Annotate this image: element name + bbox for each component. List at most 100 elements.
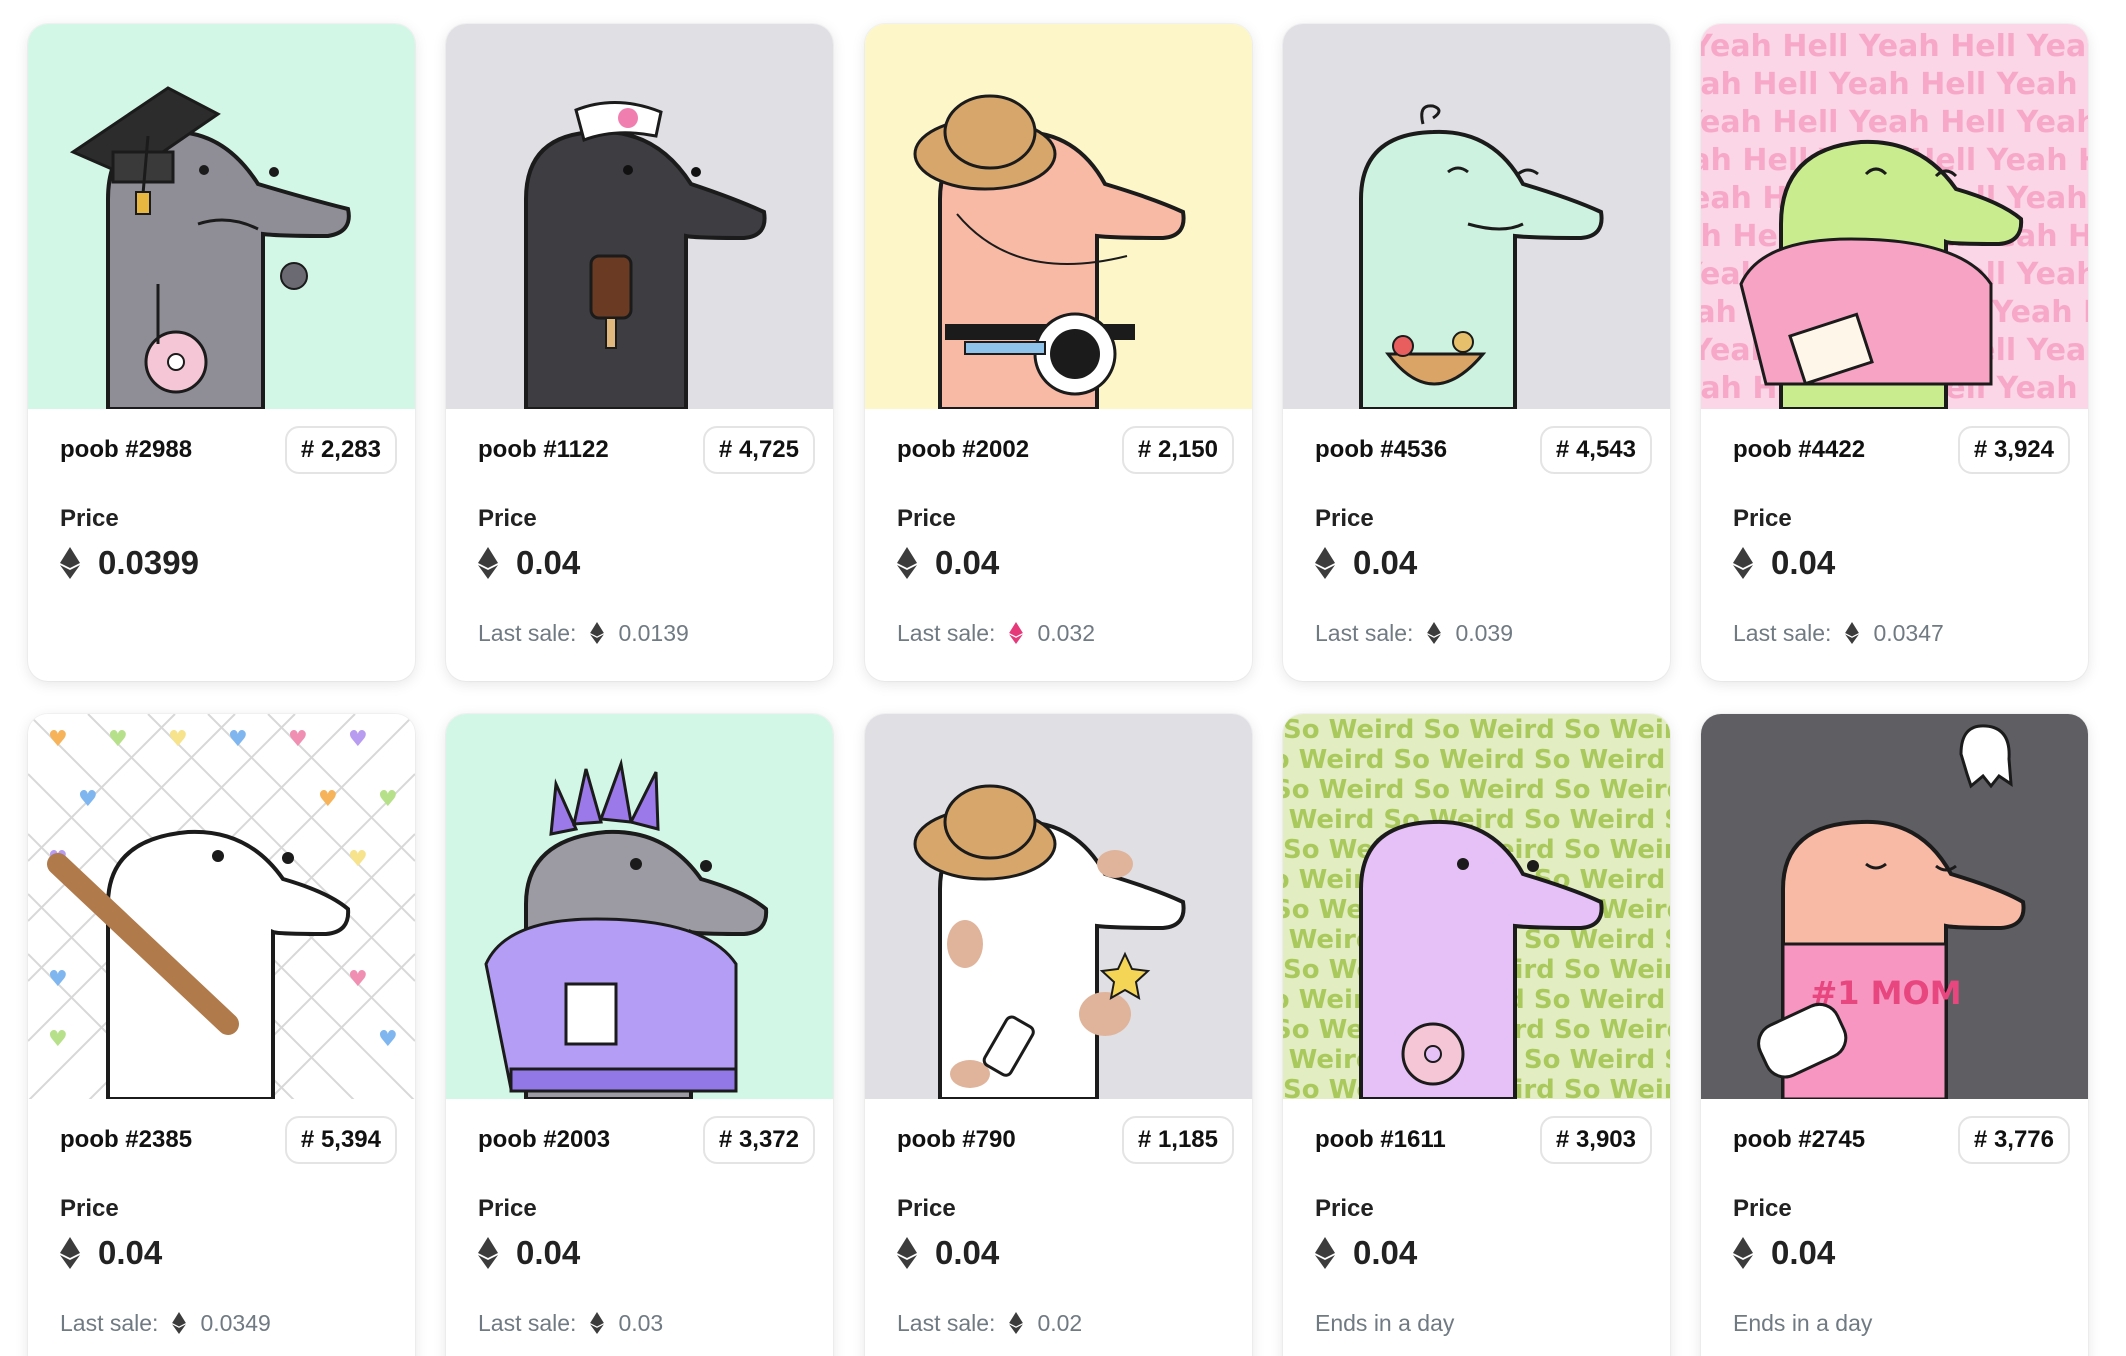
last-sale-value: 0.0347 <box>1873 619 1944 646</box>
eth-icon <box>1315 1237 1335 1269</box>
auction-ends-label: Ends in a day <box>1315 1309 1455 1336</box>
nft-name[interactable]: poob #1611 <box>1315 1126 1446 1154</box>
poob-hoodie-art: Yeah Hell Yeah Hell Yeah Hell Yeah Yeah … <box>1701 24 2088 409</box>
last-sale: Last sale: 0.0349 <box>60 1306 397 1340</box>
last-sale: Last sale: 0.02 <box>897 1306 1234 1340</box>
eth-icon <box>897 1237 917 1269</box>
nft-name[interactable]: poob #1122 <box>478 436 609 464</box>
svg-text:Yeah Hell Yeah Hell Yeah Hell: Yeah Hell Yeah Hell Yeah Hell Yeah <box>1701 29 2088 64</box>
svg-text:Yeah Hell Yeah Hell Yeah Hell: Yeah Hell Yeah Hell Yeah Hell Yeah <box>1701 67 2088 102</box>
nft-card[interactable]: ♥♥♥♥♥♥ ♥♥♥ ♥♥ ♥♥ ♥♥ poob #2385 # 5,394 P… <box>28 714 415 1356</box>
svg-text:♥: ♥ <box>168 727 188 752</box>
price-value: 0.04 <box>516 1234 581 1271</box>
nft-card[interactable]: poob #2002 # 2,150 Price 0.04 Last sale:… <box>865 24 1252 681</box>
last-sale-value: 0.03 <box>618 1309 664 1336</box>
nft-image[interactable] <box>865 714 1252 1099</box>
rarity-rank-badge: # 4,543 <box>1539 426 1652 474</box>
price-label: Price <box>478 1195 537 1222</box>
poob-graduate-art <box>28 24 415 409</box>
last-sale-label: Last sale: <box>478 1309 577 1336</box>
nft-card[interactable]: So Weird So Weird So Weird So Weird So W… <box>1283 714 1670 1356</box>
nft-card[interactable]: poob #4536 # 4,543 Price 0.04 Last sale:… <box>1283 24 1670 681</box>
nft-name[interactable]: poob #4422 <box>1733 436 1865 464</box>
price-label: Price <box>897 1195 956 1222</box>
nft-image[interactable] <box>28 24 415 409</box>
poob-punk-art <box>446 714 833 1099</box>
nft-card[interactable]: poob #1122 # 4,725 Price 0.04 Last sale:… <box>446 24 833 681</box>
poob-mom-art: #1 MOM <box>1701 714 2088 1099</box>
rarity-rank-badge: # 4,725 <box>702 426 815 474</box>
nft-name[interactable]: poob #2003 <box>478 1126 610 1154</box>
nft-image[interactable] <box>446 714 833 1099</box>
nft-name[interactable]: poob #790 <box>897 1126 1016 1154</box>
price-label: Price <box>1733 1195 1792 1222</box>
last-sale-label: Last sale: <box>1315 619 1414 646</box>
eth-icon <box>1009 1312 1024 1334</box>
price-label: Price <box>1315 505 1374 532</box>
svg-text:♥: ♥ <box>288 727 308 752</box>
last-sale-value: 0.02 <box>1037 1309 1083 1336</box>
rarity-rank-badge: # 5,394 <box>284 1116 397 1164</box>
auction-ends-label: Ends in a day <box>1733 1309 1873 1336</box>
nft-card[interactable]: poob #2003 # 3,372 Price 0.04 Last sale:… <box>446 714 833 1356</box>
rarity-rank-badge: # 3,776 <box>1957 1116 2070 1164</box>
eth-icon <box>590 1312 605 1334</box>
last-sale-value: 0.039 <box>1455 619 1514 646</box>
nft-name[interactable]: poob #2745 <box>1733 1126 1865 1154</box>
last-sale: Last sale: 0.0139 <box>478 616 815 650</box>
price-value: 0.04 <box>935 544 1000 581</box>
nft-image[interactable]: ♥♥♥♥♥♥ ♥♥♥ ♥♥ ♥♥ ♥♥ <box>28 714 415 1099</box>
auction-ends: Ends in a day <box>1733 1306 2070 1340</box>
price-label: Price <box>1315 1195 1374 1222</box>
nft-card[interactable]: Yeah Hell Yeah Hell Yeah Hell Yeah Yeah … <box>1701 24 2088 681</box>
price-value: 0.04 <box>935 1234 1000 1271</box>
price-label: Price <box>60 1195 119 1222</box>
last-sale-label: Last sale: <box>1733 619 1832 646</box>
poob-weird-art: So Weird So Weird So Weird So Weird So W… <box>1283 714 1670 1099</box>
rarity-rank-badge: # 3,372 <box>702 1116 815 1164</box>
price-label: Price <box>1733 505 1792 532</box>
svg-text:♥: ♥ <box>48 967 68 992</box>
svg-text:So Weird So Weird So Weird So: So Weird So Weird So Weird So Weird <box>1283 775 1670 805</box>
nft-image[interactable] <box>446 24 833 409</box>
nft-image[interactable] <box>1283 24 1670 409</box>
eth-icon <box>1733 547 1753 579</box>
eth-icon <box>478 1237 498 1269</box>
last-sale-value: 0.032 <box>1037 619 1096 646</box>
nft-image[interactable]: So Weird So Weird So Weird So Weird So W… <box>1283 714 1670 1099</box>
nft-name[interactable]: poob #2385 <box>60 1126 192 1154</box>
price-label: Price <box>60 505 119 532</box>
last-sale-value: 0.0139 <box>618 619 689 646</box>
poob-farmer-art <box>865 24 1252 409</box>
last-sale-label: Last sale: <box>60 1309 159 1336</box>
svg-text:♥: ♥ <box>108 727 128 752</box>
price-label: Price <box>478 505 537 532</box>
svg-text:So Weird So Weird So Weird So: So Weird So Weird So Weird So Weird <box>1283 715 1670 745</box>
eth-icon <box>60 1237 80 1269</box>
last-sale-label: Last sale: <box>897 1309 996 1336</box>
last-sale: Last sale: 0.039 <box>1315 616 1652 650</box>
nft-card[interactable]: #1 MOM poob #2745 # 3,776 Price 0.04 End… <box>1701 714 2088 1356</box>
last-sale: Last sale: 0.032 <box>897 616 1234 650</box>
eth-icon <box>897 547 917 579</box>
nft-name[interactable]: poob #2988 <box>60 436 192 464</box>
nft-image[interactable] <box>865 24 1252 409</box>
rarity-rank-badge: # 2,150 <box>1121 426 1234 474</box>
price-value: 0.0399 <box>98 544 199 581</box>
nft-card[interactable]: poob #2988 # 2,283 Price 0.0399 <box>28 24 415 681</box>
nft-card[interactable]: poob #790 # 1,185 Price 0.04 Last sale: … <box>865 714 1252 1356</box>
eth-icon <box>1845 622 1860 644</box>
price-label: Price <box>897 505 956 532</box>
nft-name[interactable]: poob #4536 <box>1315 436 1447 464</box>
svg-text:♥: ♥ <box>348 967 368 992</box>
weth-icon <box>1009 622 1024 644</box>
price-value: 0.04 <box>516 544 581 581</box>
price-value: 0.04 <box>1771 1234 1836 1271</box>
nft-image[interactable]: #1 MOM <box>1701 714 2088 1099</box>
nft-name[interactable]: poob #2002 <box>897 436 1029 464</box>
poob-picnic-art <box>1283 24 1670 409</box>
nft-image[interactable]: Yeah Hell Yeah Hell Yeah Hell Yeah Yeah … <box>1701 24 2088 409</box>
svg-text:Yeah Hell Yeah Hell Yeah Hell: Yeah Hell Yeah Hell Yeah Hell Yeah <box>1701 105 2088 140</box>
eth-icon <box>590 622 605 644</box>
svg-text:♥: ♥ <box>48 1027 68 1052</box>
